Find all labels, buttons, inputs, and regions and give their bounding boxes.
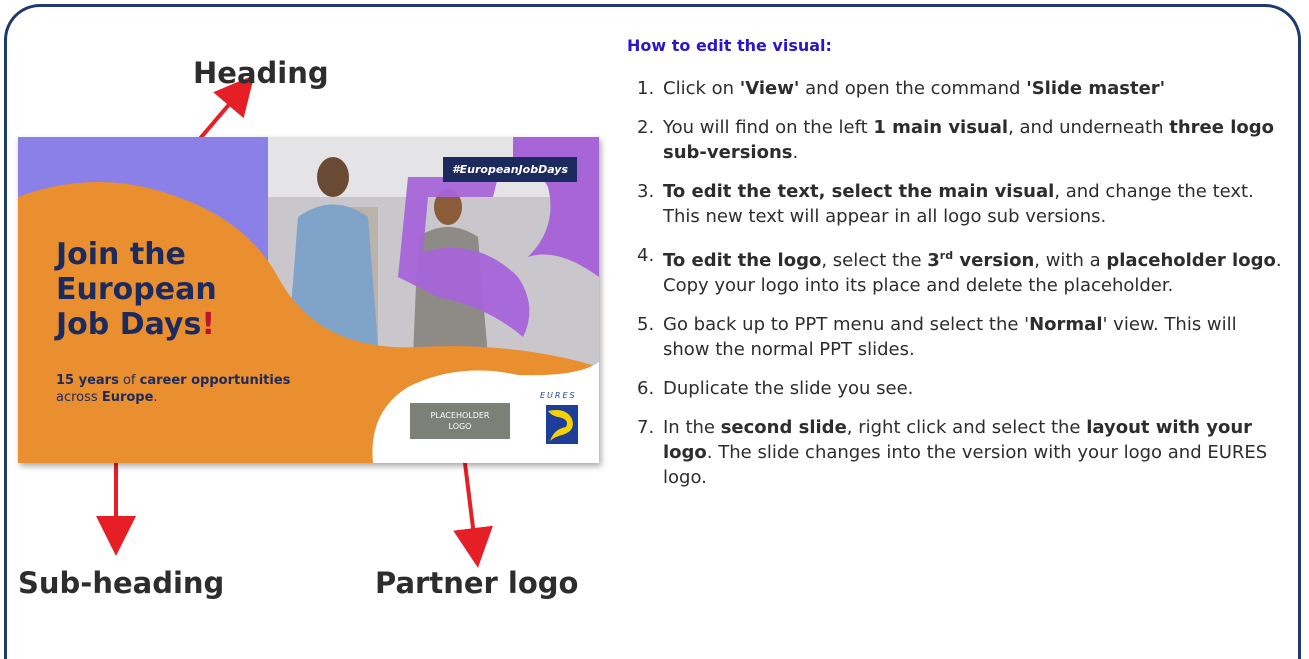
slide-title-line3: Job Days <box>56 307 202 342</box>
step-text: You will find on the left <box>663 117 874 138</box>
step-bold: 'Slide master' <box>1026 78 1166 99</box>
slide-title-line2: European <box>56 272 217 307</box>
hashtag-badge: #EuropeanJobDays <box>443 157 578 182</box>
step-text: Duplicate the slide you see. <box>663 378 914 399</box>
sub-period: . <box>153 390 158 405</box>
step-item: 7. In the second slide, right click and … <box>627 415 1287 490</box>
step-text: and open the command <box>799 78 1027 99</box>
step-text: , right click and select the <box>846 417 1087 438</box>
step-item: 5. Go back up to PPT menu and select the… <box>627 312 1287 362</box>
step-superscript: rd <box>939 249 954 262</box>
svg-text:EURES: EURES <box>540 391 577 400</box>
step-bold: placeholder logo <box>1106 250 1276 271</box>
sub-years: 15 years <box>56 373 119 388</box>
step-item: 6. Duplicate the slide you see. <box>627 376 1287 401</box>
instructions-list: 1. Click on 'View' and open the command … <box>627 76 1287 504</box>
step-bold: To edit the logo <box>663 250 822 271</box>
step-bold: 1 main visual <box>873 117 1009 138</box>
step-text: Click on <box>663 78 740 99</box>
step-number: 6. <box>637 378 655 399</box>
step-text: , with a <box>1034 250 1107 271</box>
eures-logo-icon: EURES <box>540 391 578 444</box>
sub-across: across <box>56 390 102 405</box>
partner-logo-callout-label: Partner logo <box>375 566 579 600</box>
step-item: 2. You will find on the left 1 main visu… <box>627 115 1287 165</box>
instructions-title: How to edit the visual: <box>627 36 832 55</box>
slide-title-line1: Join the <box>56 237 186 272</box>
placeholder-logo: PLACEHOLDER LOGO <box>410 403 510 439</box>
step-item: 4. To edit the logo, select the 3rd vers… <box>627 243 1287 298</box>
step-bold: To edit the text, select the main visual <box>663 181 1055 202</box>
sub-europe: Europe <box>101 390 154 405</box>
step-number: 4. <box>637 245 655 266</box>
sub-of: of <box>118 373 140 388</box>
step-number: 3. <box>637 181 655 202</box>
step-bold: second slide <box>720 417 847 438</box>
step-number: 7. <box>637 417 655 438</box>
sub-career: career opportunities <box>139 373 291 388</box>
step-bold: 3 <box>927 250 940 271</box>
placeholder-line1: PLACEHOLDER <box>430 411 490 420</box>
step-text: Go back up to PPT menu and select the ' <box>663 314 1030 335</box>
heading-callout-label: Heading <box>193 56 329 90</box>
step-number: 1. <box>637 78 655 99</box>
step-item: 3. To edit the text, select the main vis… <box>627 179 1287 229</box>
step-item: 1. Click on 'View' and open the command … <box>627 76 1287 101</box>
step-text: . <box>792 142 799 163</box>
step-bold: 'View' <box>739 78 800 99</box>
step-bold: Normal <box>1029 314 1103 335</box>
step-text: , select the <box>821 250 928 271</box>
slide-subheading: 15 years of career opportunities across … <box>56 372 290 406</box>
step-bold: version <box>953 250 1035 271</box>
sub-heading-callout-label: Sub-heading <box>18 566 225 600</box>
step-text: In the <box>663 417 721 438</box>
step-text: . The slide changes into the version wit… <box>663 442 1268 488</box>
slide-preview: Join the European Job Days! 15 years of … <box>18 137 599 463</box>
step-number: 5. <box>637 314 655 335</box>
step-text: , and underneath <box>1008 117 1170 138</box>
slide-title-exclamation: ! <box>201 307 216 342</box>
placeholder-line2: LOGO <box>448 422 472 431</box>
step-number: 2. <box>637 117 655 138</box>
slide-title: Join the European Job Days! <box>56 237 217 342</box>
